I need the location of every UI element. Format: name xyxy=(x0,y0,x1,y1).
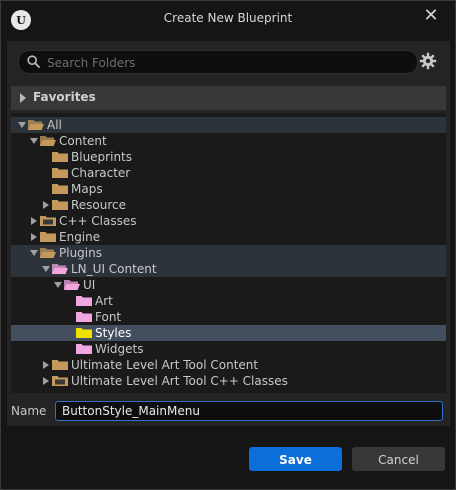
folder-icon xyxy=(40,232,56,242)
folder-tree-row[interactable]: Ultimate Level Art Tool Content xyxy=(11,357,446,373)
code-folder-icon xyxy=(40,216,56,226)
folder-tree-row[interactable]: Ultimate Level Art Tool C++ Classes xyxy=(11,373,446,389)
folder-open-icon xyxy=(28,120,44,130)
close-icon[interactable]: ✕ xyxy=(421,6,441,26)
chevron-right-icon[interactable] xyxy=(41,197,51,213)
folder-tree-row[interactable]: Content xyxy=(11,133,446,149)
folder-tree-row[interactable]: All xyxy=(11,117,446,133)
folder-icon xyxy=(76,296,92,306)
folder-icon xyxy=(76,328,92,338)
folder-panel: Favorites All Content Blueprints Character M… xyxy=(7,41,450,426)
cancel-button[interactable]: Cancel xyxy=(352,447,445,471)
folder-tree-row[interactable]: Blueprints xyxy=(11,149,446,165)
folder-tree-row[interactable]: Maps xyxy=(11,181,446,197)
search-input[interactable] xyxy=(45,53,409,72)
folder-tree-row[interactable]: Engine xyxy=(11,229,446,245)
folder-tree-label: C++ Classes xyxy=(59,214,137,228)
folder-icon xyxy=(52,184,68,194)
folder-open-icon xyxy=(40,136,56,146)
chevron-down-icon[interactable] xyxy=(17,117,27,133)
chevron-right-icon[interactable] xyxy=(29,213,39,229)
folder-icon xyxy=(52,360,68,370)
folder-tree-label: Content xyxy=(59,134,107,148)
folder-tree-row[interactable]: Character xyxy=(11,165,446,181)
folder-tree-label: UI xyxy=(83,278,96,292)
save-button[interactable]: Save xyxy=(249,447,342,471)
folder-icon xyxy=(76,344,92,354)
folder-tree-row[interactable]: Resource xyxy=(11,197,446,213)
folder-tree-label: Plugins xyxy=(59,246,102,260)
chevron-down-icon[interactable] xyxy=(53,277,63,293)
folder-icon xyxy=(52,168,68,178)
folder-tree-row[interactable]: LN_UI Content xyxy=(11,261,446,277)
chevron-down-icon[interactable] xyxy=(29,133,39,149)
folder-tree-row[interactable]: Styles xyxy=(11,325,446,341)
folder-tree-label: Widgets xyxy=(95,342,144,356)
folder-tree-label: Font xyxy=(95,310,122,324)
folder-tree: All Content Blueprints Character Maps Resourc… xyxy=(11,113,446,393)
settings-gear-icon[interactable] xyxy=(419,52,437,70)
folder-tree-row[interactable]: Font xyxy=(11,309,446,325)
name-input[interactable] xyxy=(55,401,443,421)
folder-tree-label: Maps xyxy=(71,182,103,196)
chevron-down-icon[interactable] xyxy=(29,245,39,261)
folder-tree-label: Art xyxy=(95,294,113,308)
search-box[interactable] xyxy=(18,50,418,74)
folder-tree-label: Blueprints xyxy=(71,150,133,164)
folder-tree-row[interactable]: Plugins xyxy=(11,245,446,261)
favorites-section-header[interactable]: Favorites xyxy=(11,86,446,110)
title-bar: U Create New Blueprint ✕ xyxy=(1,1,455,37)
folder-open-icon xyxy=(52,264,68,274)
folder-icon xyxy=(52,152,68,162)
folder-open-icon xyxy=(64,280,80,290)
folder-tree-label: Ultimate Level Art Tool Content xyxy=(71,358,259,372)
folder-tree-label: LN_UI Content xyxy=(71,262,157,276)
folder-open-icon xyxy=(40,248,56,258)
chevron-right-icon[interactable] xyxy=(41,373,51,389)
folder-tree-label: Engine xyxy=(59,230,101,244)
folder-tree-label: All xyxy=(47,118,62,132)
folder-tree-row[interactable]: Art xyxy=(11,293,446,309)
folder-tree-label: Resource xyxy=(71,198,127,212)
folder-tree-row[interactable]: Widgets xyxy=(11,341,446,357)
folder-tree-row[interactable]: C++ Classes xyxy=(11,213,446,229)
chevron-right-icon[interactable] xyxy=(41,357,51,373)
search-icon xyxy=(27,55,40,68)
favorites-label: Favorites xyxy=(33,90,96,104)
folder-icon xyxy=(52,200,68,210)
folder-tree-label: Styles xyxy=(95,326,132,340)
chevron-down-icon[interactable] xyxy=(41,261,51,277)
code-folder-icon xyxy=(52,376,68,386)
create-blueprint-dialog: U Create New Blueprint ✕ Search Folders … xyxy=(0,0,456,490)
folder-tree-row[interactable]: UI xyxy=(11,277,446,293)
folder-icon xyxy=(76,312,92,322)
name-label: Name xyxy=(11,404,47,418)
dialog-title: Create New Blueprint xyxy=(163,11,293,25)
chevron-right-icon[interactable] xyxy=(29,229,39,245)
chevron-right-icon xyxy=(20,93,26,103)
folder-tree-label: Ultimate Level Art Tool C++ Classes xyxy=(71,374,288,388)
folder-tree-label: Character xyxy=(71,166,131,180)
